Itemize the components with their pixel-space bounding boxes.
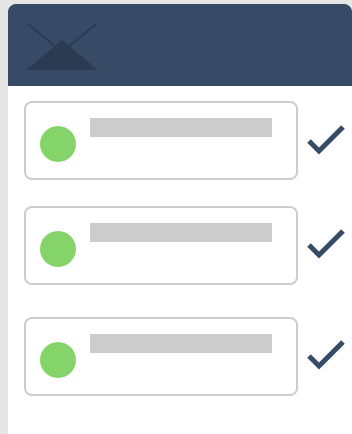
status-dot-icon: [40, 126, 76, 162]
text-placeholder: [90, 118, 272, 137]
envelope-icon: [26, 23, 98, 70]
text-placeholder: [90, 334, 272, 353]
checkmark-icon[interactable]: [306, 338, 346, 372]
checkmark-icon[interactable]: [306, 123, 346, 157]
status-dot-icon: [40, 342, 76, 378]
list-item[interactable]: [24, 101, 298, 180]
status-dot-icon: [40, 231, 76, 267]
list-item[interactable]: [24, 206, 298, 285]
checkmark-icon[interactable]: [306, 227, 346, 261]
list-item[interactable]: [24, 317, 298, 396]
text-placeholder: [90, 223, 272, 242]
message-list: [8, 86, 352, 434]
message-panel: [8, 4, 352, 434]
page: [0, 0, 352, 434]
panel-header: [8, 4, 352, 86]
